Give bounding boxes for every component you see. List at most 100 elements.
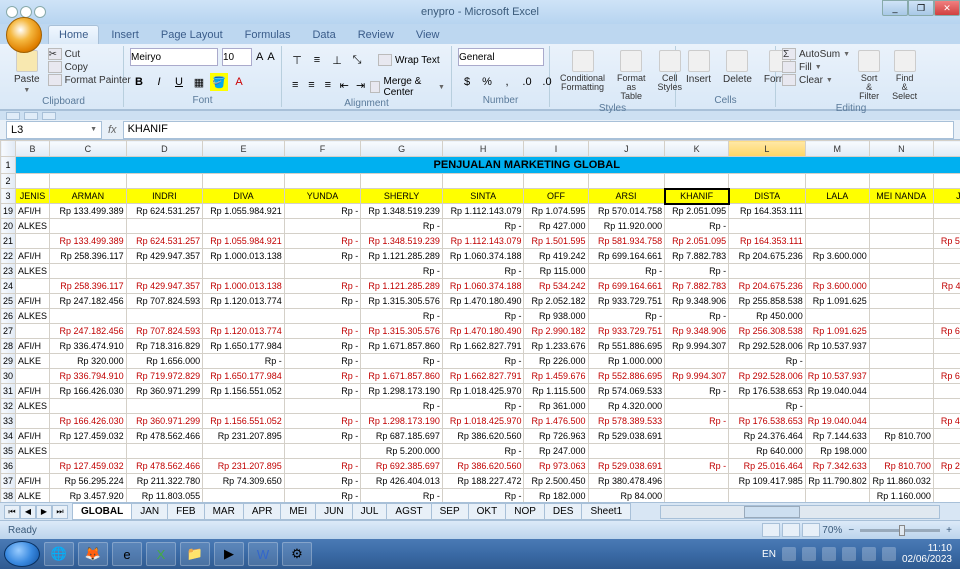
data-cell[interactable]: Rp 133.499.389 [50, 234, 127, 249]
align-top-button[interactable]: ⊤ [288, 51, 306, 69]
data-cell[interactable]: Rp 1.650.177.984 [203, 369, 285, 384]
data-cell[interactable]: Rp - [284, 384, 361, 399]
data-cell[interactable]: Rp - [665, 264, 729, 279]
zoom-in-button[interactable]: + [946, 525, 952, 536]
data-cell[interactable]: Rp 166.426.030 [50, 384, 127, 399]
percent-button[interactable]: % [478, 73, 496, 91]
copy-button[interactable]: Copy [48, 61, 131, 73]
data-cell[interactable]: Rp 1.459.676 [524, 369, 588, 384]
data-cell[interactable]: Rp 529.038.691 [588, 459, 665, 474]
col-header-E[interactable]: E [203, 141, 285, 157]
data-cell[interactable]: Rp - [361, 354, 443, 369]
header-cell[interactable]: DISTA [729, 189, 806, 204]
data-cell[interactable]: ALKES [16, 399, 50, 414]
orientation-button[interactable]: ⤡ [348, 51, 366, 69]
delete-button[interactable]: Delete [719, 48, 756, 87]
data-cell[interactable]: Rp 624.531.257 [126, 234, 203, 249]
data-cell[interactable]: Rp - [665, 414, 729, 429]
data-cell[interactable] [126, 309, 203, 324]
data-cell[interactable] [284, 309, 361, 324]
data-cell[interactable] [665, 474, 729, 489]
fill-button[interactable]: Fill▼ [782, 61, 850, 73]
data-cell[interactable]: Rp 699.164.661 [588, 279, 665, 294]
data-cell[interactable]: AFI/H [16, 249, 50, 264]
data-cell[interactable]: Rp 692.385.697 [361, 459, 443, 474]
data-cell[interactable] [203, 264, 285, 279]
row-header[interactable]: 3 [1, 189, 16, 204]
data-cell[interactable]: Rp 2.500.450 [524, 474, 588, 489]
data-cell[interactable]: Rp 810.700 [869, 429, 933, 444]
data-cell[interactable]: Rp - [729, 399, 806, 414]
border-button[interactable]: ▦ [190, 73, 208, 91]
data-cell[interactable] [933, 264, 960, 279]
data-cell[interactable]: Rp 624.531.257 [126, 204, 203, 219]
data-cell[interactable]: Rp - [284, 279, 361, 294]
data-cell[interactable] [869, 264, 933, 279]
tab-data[interactable]: Data [302, 26, 345, 44]
data-cell[interactable] [869, 294, 933, 309]
sheet-nav-next[interactable]: ▶ [36, 505, 52, 519]
data-cell[interactable]: Rp 534.242 [524, 279, 588, 294]
format-as-table-button[interactable]: Format as Table [613, 48, 650, 103]
col-header-O[interactable]: O [933, 141, 960, 157]
data-cell[interactable]: Rp - [284, 489, 361, 503]
data-cell[interactable] [933, 339, 960, 354]
data-cell[interactable]: Rp 360.971.299 [126, 414, 203, 429]
data-cell[interactable] [869, 384, 933, 399]
data-cell[interactable]: Rp - [361, 264, 443, 279]
header-cell[interactable]: MEI NANDA [869, 189, 933, 204]
data-cell[interactable] [933, 489, 960, 503]
normal-view-button[interactable] [762, 523, 780, 537]
data-cell[interactable]: Rp 478.562.466 [126, 459, 203, 474]
row-header[interactable]: 21 [1, 234, 16, 249]
data-cell[interactable]: Rp 1.060.374.188 [442, 279, 524, 294]
data-cell[interactable]: Rp 574.069.533 [588, 384, 665, 399]
tab-insert[interactable]: Insert [101, 26, 149, 44]
data-cell[interactable]: Rp - [284, 234, 361, 249]
data-cell[interactable]: Rp 6.063.975.891 [933, 324, 960, 339]
merge-center-button[interactable]: Merge & Center▼ [370, 76, 445, 98]
data-cell[interactable]: Rp 1.233.676 [524, 339, 588, 354]
header-cell[interactable]: KHANIF [665, 189, 729, 204]
data-cell[interactable]: Rp 292.528.006 [729, 339, 806, 354]
data-cell[interactable]: Rp - [361, 219, 443, 234]
data-cell[interactable]: Rp 552.886.695 [588, 369, 665, 384]
data-cell[interactable] [126, 399, 203, 414]
data-cell[interactable]: Rp 973.063 [524, 459, 588, 474]
data-cell[interactable] [203, 399, 285, 414]
data-cell[interactable] [933, 354, 960, 369]
data-cell[interactable]: Rp 10.537.937 [805, 369, 869, 384]
data-cell[interactable]: Rp 1.121.285.289 [361, 279, 443, 294]
data-cell[interactable] [869, 444, 933, 459]
tray-icon[interactable] [822, 547, 836, 561]
data-cell[interactable]: Rp 19.040.044 [805, 414, 869, 429]
italic-button[interactable]: I [150, 73, 168, 91]
data-cell[interactable]: ALKES [16, 219, 50, 234]
sheet-tab-jun[interactable]: JUN [315, 503, 352, 520]
tab-home[interactable]: Home [48, 25, 99, 44]
qat-save[interactable] [6, 112, 20, 120]
data-cell[interactable]: Rp - [284, 414, 361, 429]
col-header-I[interactable]: I [524, 141, 588, 157]
data-cell[interactable]: Rp 204.675.236 [729, 249, 806, 264]
data-cell[interactable]: ALKES [16, 444, 50, 459]
data-cell[interactable]: Rp 719.972.829 [126, 369, 203, 384]
sheet-nav-last[interactable]: ⏭ [52, 505, 68, 519]
data-cell[interactable] [203, 444, 285, 459]
data-cell[interactable]: Rp 5.024.518.444 [933, 234, 960, 249]
data-cell[interactable]: Rp 2.479.418.101 [933, 459, 960, 474]
tray-icon[interactable] [842, 547, 856, 561]
data-cell[interactable]: Rp 1.656.000 [126, 354, 203, 369]
data-cell[interactable]: Rp 529.038.691 [588, 429, 665, 444]
autosum-button[interactable]: ΣAutoSum▼ [782, 48, 850, 60]
header-cell[interactable]: JENIS [16, 189, 50, 204]
data-cell[interactable]: Rp 361.000 [524, 399, 588, 414]
data-cell[interactable] [933, 399, 960, 414]
data-cell[interactable]: Rp 258.396.117 [50, 279, 127, 294]
data-cell[interactable]: Rp 320.000 [50, 354, 127, 369]
data-cell[interactable]: Rp - [588, 309, 665, 324]
data-cell[interactable]: Rp 1.121.285.289 [361, 249, 443, 264]
data-cell[interactable]: Rp 188.227.472 [442, 474, 524, 489]
data-cell[interactable]: Rp 24.376.464 [729, 429, 806, 444]
clear-button[interactable]: Clear▼ [782, 74, 850, 86]
